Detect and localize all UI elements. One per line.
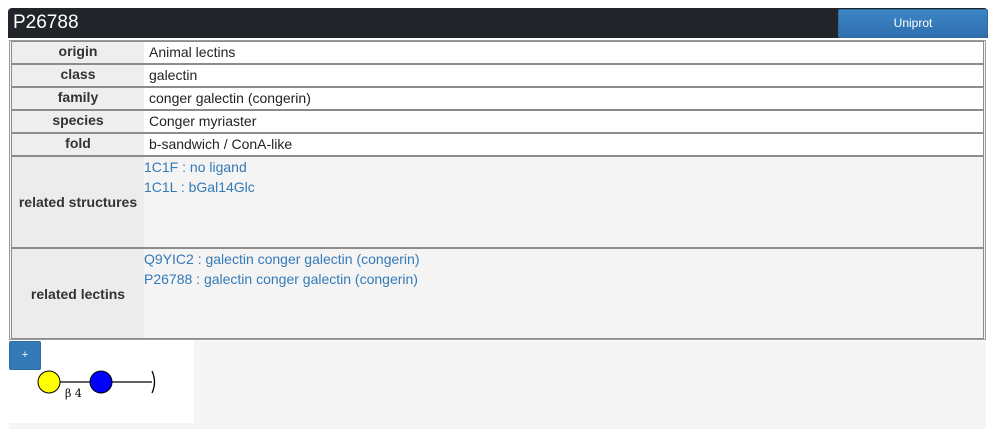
info-table: origin Animal lectins class galectin fam… — [9, 40, 986, 340]
row-value: galectin — [149, 67, 198, 83]
row-key: related structures — [12, 157, 144, 247]
galactose-icon — [37, 370, 61, 394]
row-value: b-sandwich / ConA-like — [149, 136, 293, 152]
row-species: species Conger myriaster — [11, 110, 984, 133]
glucose-icon — [89, 370, 113, 394]
row-key: species — [12, 111, 144, 132]
linkage-label: β 4 — [65, 387, 82, 400]
row-key: related lectins — [12, 249, 144, 338]
row-value: conger galectin (congerin) — [149, 90, 311, 106]
lectin-link[interactable]: Q9YIC2 : galectin conger galectin (conge… — [144, 249, 983, 269]
page-title: P26788 — [13, 12, 79, 33]
row-key: origin — [12, 42, 144, 63]
lectin-link[interactable]: P26788 : galectin conger galectin (conge… — [144, 269, 983, 289]
row-key: fold — [12, 134, 144, 155]
row-value: Animal lectins — [149, 44, 236, 60]
row-related-lectins: related lectins Q9YIC2 : galectin conger… — [11, 248, 984, 339]
structure-link[interactable]: 1C1L : bGal14Glc — [144, 177, 983, 197]
title-bar: P26788 Uniprot — [8, 8, 988, 38]
structure-link[interactable]: 1C1F : no ligand — [144, 157, 983, 177]
reducing-end-icon — [151, 370, 156, 394]
related-lectins-list: Q9YIC2 : galectin conger galectin (conge… — [144, 249, 983, 338]
add-button[interactable]: + — [9, 341, 41, 370]
row-class: class galectin — [11, 64, 984, 87]
row-fold: fold b-sandwich / ConA-like — [11, 133, 984, 156]
row-value: Conger myriaster — [149, 113, 257, 129]
related-structures-list: 1C1F : no ligand 1C1L : bGal14Glc — [144, 157, 983, 247]
row-origin: origin Animal lectins — [11, 41, 984, 64]
uniprot-button[interactable]: Uniprot — [838, 9, 988, 38]
row-related-structures: related structures 1C1F : no ligand 1C1L… — [11, 156, 984, 248]
row-key: class — [12, 65, 144, 86]
row-family: family conger galectin (congerin) — [11, 87, 984, 110]
row-key: family — [12, 88, 144, 109]
